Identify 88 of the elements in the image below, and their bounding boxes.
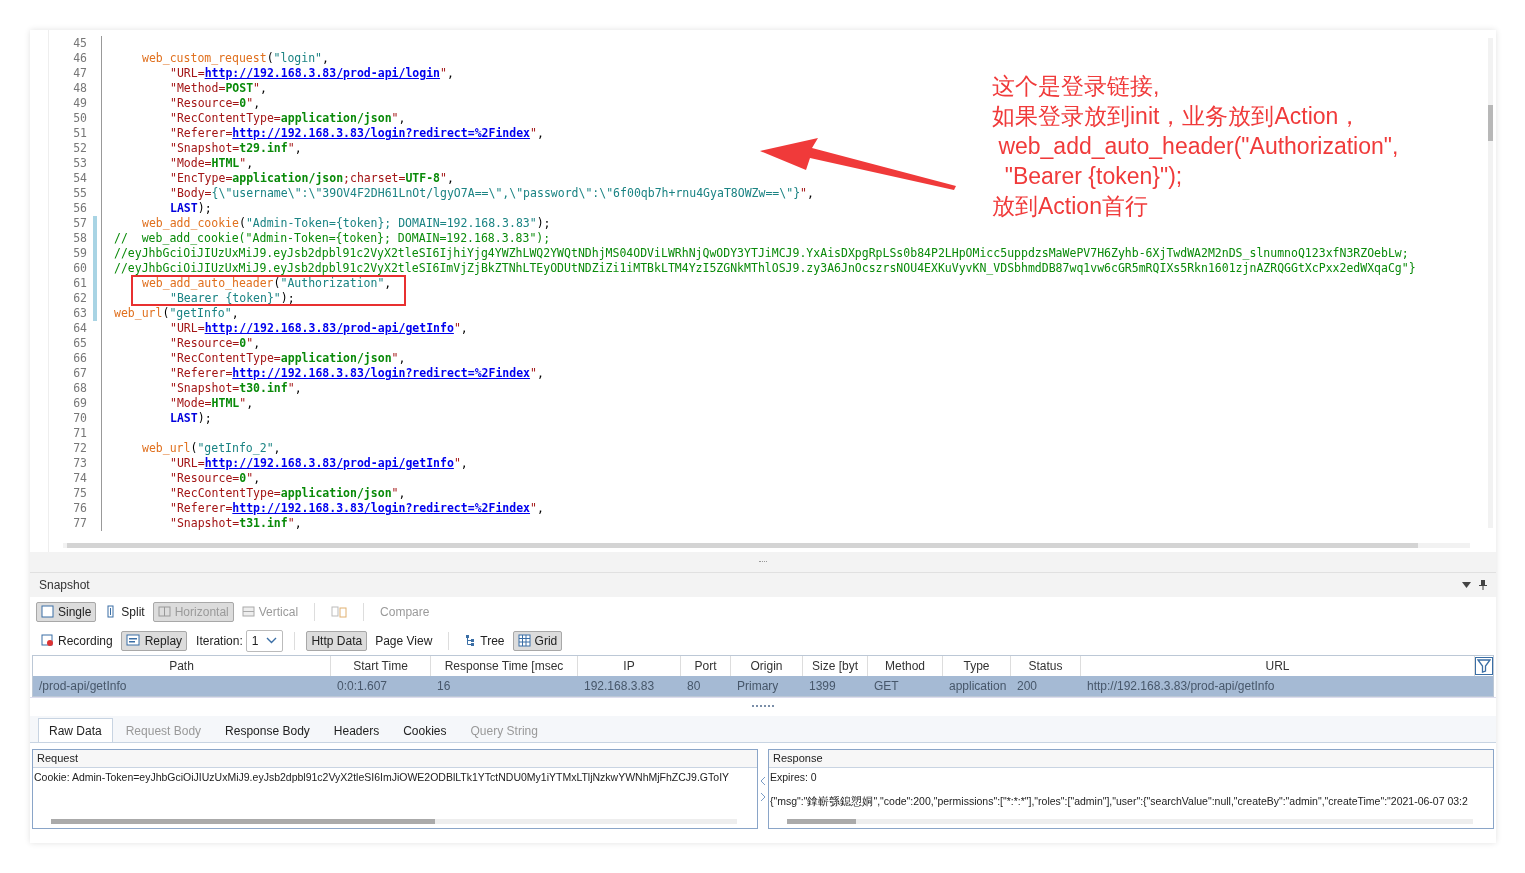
raw-text: Expires: 0 bbox=[770, 771, 818, 784]
dropdown-icon[interactable] bbox=[1462, 582, 1471, 588]
mode-button[interactable]: Replay bbox=[120, 630, 188, 651]
layout-button[interactable]: Single bbox=[36, 601, 97, 622]
link[interactable]: http://192.168.3.83/login?redirect=%2Findex bbox=[232, 126, 531, 140]
pane-title: Response bbox=[769, 750, 1493, 768]
line-number: 56 bbox=[72, 201, 88, 216]
line-number: 73 bbox=[72, 456, 88, 471]
table-cell-text: Primary bbox=[736, 679, 780, 693]
line-number: 50 bbox=[72, 111, 88, 126]
line-number: 67 bbox=[72, 366, 88, 381]
link[interactable]: http://192.168.3.83/login?redirect=%2Findex bbox=[232, 366, 531, 380]
data-view-button[interactable]: Page View bbox=[370, 630, 438, 651]
scrollbar[interactable] bbox=[1488, 38, 1493, 528]
line-number: 66 bbox=[72, 351, 88, 366]
table-cell-text: /prod-api/getInfo bbox=[38, 679, 128, 693]
chevron-icon bbox=[266, 637, 278, 644]
link[interactable]: http://192.168.3.83/prod-api/login bbox=[204, 66, 441, 80]
table-cell-text: 0:0:1.607 bbox=[336, 679, 389, 693]
line-number: 52 bbox=[72, 141, 88, 156]
raw-text: {"msg":"鎿嶄綔鎴愬姛","code":200,"permissions":["*:*:*"],"roles":["admin"],"user":{"searchValue":null,"createBy":"admin","createTime":"2021-06-07 03:2 bbox=[770, 795, 1469, 808]
link[interactable]: http://192.168.3.83/prod-api/getInfo bbox=[204, 456, 454, 470]
columns-icon bbox=[157, 605, 171, 618]
line-number: 76 bbox=[72, 501, 88, 516]
pin-icon[interactable] bbox=[1479, 580, 1487, 590]
line-number: 60 bbox=[72, 261, 88, 276]
line-number: 46 bbox=[72, 51, 88, 66]
mode-button[interactable]: Recording bbox=[36, 630, 118, 651]
scrollbar[interactable] bbox=[63, 543, 1470, 548]
table-row[interactable]: /prod-api/getInfo 0:0:1.607 16 192.168.3.83 80 Primary 1399 GET application 200 http://192.168.3.83/prod-api/getInfo bbox=[33, 676, 1493, 696]
line-number: 48 bbox=[72, 81, 88, 96]
grid-icon bbox=[517, 634, 531, 647]
iteration-label: Iteration: bbox=[196, 633, 243, 648]
table-cell-text: GET bbox=[873, 679, 900, 693]
window-icon bbox=[41, 605, 54, 618]
line-number: 64 bbox=[72, 321, 88, 336]
link[interactable]: http://192.168.3.83/login?redirect=%2Findex bbox=[232, 501, 531, 515]
line-number: 75 bbox=[72, 486, 88, 501]
table-cell-text: application bbox=[948, 679, 1008, 693]
table-cell-text: 80 bbox=[686, 679, 702, 693]
line-number: 70 bbox=[72, 411, 88, 426]
line-number: 72 bbox=[72, 441, 88, 456]
table-cell-text: http://192.168.3.83/prod-api/getInfo bbox=[1086, 679, 1276, 693]
splitter-grip[interactable] bbox=[759, 560, 767, 564]
panel-title: Snapshot bbox=[39, 578, 91, 592]
line-number: 49 bbox=[72, 96, 88, 111]
filter-icon[interactable] bbox=[1475, 657, 1493, 675]
line-number: 59 bbox=[72, 246, 88, 261]
layout-button[interactable]: Split bbox=[99, 601, 150, 622]
tab[interactable]: Response Body bbox=[214, 718, 321, 742]
line-number: 51 bbox=[72, 126, 88, 141]
line-number: 55 bbox=[72, 186, 88, 201]
line-number: 54 bbox=[72, 171, 88, 186]
line-number: 53 bbox=[72, 156, 88, 171]
table-cell-text: 16 bbox=[436, 679, 452, 693]
rows-icon bbox=[241, 605, 255, 618]
line-number: 61 bbox=[72, 276, 88, 291]
line-number: 71 bbox=[72, 426, 88, 441]
tab[interactable]: Raw Data bbox=[38, 718, 113, 742]
tree-icon bbox=[465, 634, 477, 647]
table-cell-text: 192.168.3.83 bbox=[583, 679, 656, 693]
line-number: 45 bbox=[72, 36, 88, 51]
iteration-select[interactable]: 1 bbox=[245, 629, 284, 652]
pane-title: Request bbox=[33, 750, 757, 768]
data-view-button[interactable]: Http Data bbox=[306, 630, 368, 651]
table-cell-text: 1399 bbox=[808, 679, 837, 693]
view-button[interactable]: Grid bbox=[512, 630, 563, 651]
splitter-grip[interactable] bbox=[752, 705, 774, 709]
view-button[interactable]: Tree bbox=[460, 630, 510, 651]
link[interactable]: http://192.168.3.83/prod-api/getInfo bbox=[204, 321, 454, 335]
line-number: 77 bbox=[72, 516, 88, 531]
tab[interactable]: Cookies bbox=[392, 718, 458, 742]
tab[interactable]: Headers bbox=[322, 718, 391, 742]
line-number: 47 bbox=[72, 66, 88, 81]
line-number: 62 bbox=[72, 291, 88, 306]
line-number: 69 bbox=[72, 396, 88, 411]
line-number: 63 bbox=[72, 306, 88, 321]
record-icon bbox=[41, 634, 54, 647]
scrollbar[interactable] bbox=[787, 819, 1473, 824]
line-number: 65 bbox=[72, 336, 88, 351]
line-number: 74 bbox=[72, 471, 88, 486]
scrollbar[interactable] bbox=[51, 819, 737, 824]
line-number: 57 bbox=[72, 216, 88, 231]
document-icon bbox=[125, 634, 141, 647]
raw-text: Cookie: Admin-Token=eyJhbGciOiJIUzUxMiJ9.eyJsb2dpbl91c2VyX2tleSI6ImJiOWE2ODBlLTk1YTctNDU0My1iYTMxLTljNzkwYWNhMjFhZCJ9.GToIY bbox=[34, 771, 731, 784]
table-cell-text: 200 bbox=[1016, 679, 1039, 693]
line-number: 68 bbox=[72, 381, 88, 396]
line-number: 58 bbox=[72, 231, 88, 246]
